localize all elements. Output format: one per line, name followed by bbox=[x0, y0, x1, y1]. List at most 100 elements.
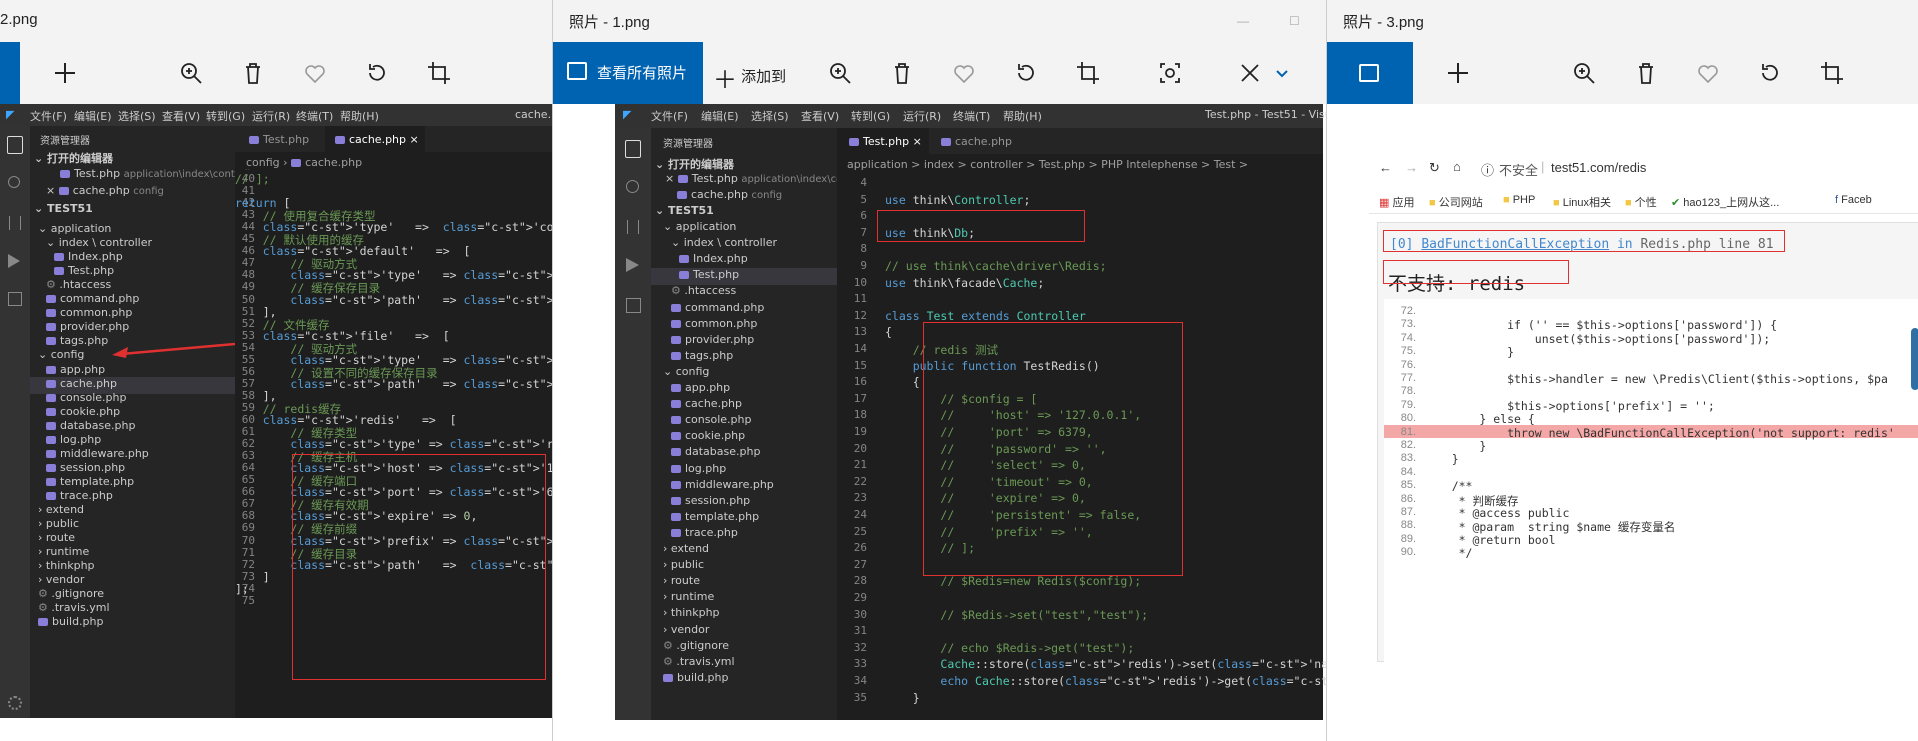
tree-item[interactable]: Index.php bbox=[679, 252, 748, 269]
tree-item[interactable]: › public bbox=[663, 558, 704, 575]
bookmark-item[interactable]: ■ Linux相关 bbox=[1553, 194, 1611, 210]
rotate-icon[interactable] bbox=[1009, 56, 1043, 90]
scrollbar-thumb[interactable] bbox=[1911, 328, 1918, 390]
tree-item[interactable]: app.php bbox=[671, 381, 730, 398]
delete-icon[interactable] bbox=[1629, 56, 1663, 90]
tree-item[interactable]: console.php bbox=[671, 413, 751, 430]
menu-item[interactable]: 运行(R) bbox=[903, 108, 941, 124]
tree-item[interactable]: provider.php bbox=[671, 333, 754, 350]
open-editors-section[interactable]: ⌄ 打开的编辑器 bbox=[655, 156, 734, 173]
bookmark-item[interactable]: ■ 公司网站 bbox=[1429, 194, 1483, 210]
tree-item[interactable]: log.php bbox=[671, 462, 726, 479]
delete-icon[interactable] bbox=[236, 56, 270, 90]
tree-item[interactable]: build.php bbox=[663, 671, 728, 688]
rotate-icon[interactable] bbox=[1753, 56, 1787, 90]
settings-icon[interactable] bbox=[8, 696, 22, 710]
menu-item[interactable]: 文件(F) bbox=[30, 108, 67, 124]
explorer-icon[interactable] bbox=[7, 136, 23, 154]
bookmark-item[interactable]: ✔ hao123_上网从这... bbox=[1671, 194, 1779, 210]
favorite-icon[interactable] bbox=[947, 56, 981, 90]
menu-item[interactable]: 帮助(H) bbox=[340, 108, 379, 124]
open-file-cache[interactable]: cache.php config bbox=[677, 188, 782, 205]
bookmark-item[interactable]: ■ PHP bbox=[1503, 194, 1535, 206]
tree-item[interactable]: › thinkphp bbox=[663, 606, 720, 623]
tree-item[interactable]: template.php bbox=[671, 510, 759, 527]
zoom-icon[interactable] bbox=[1567, 56, 1601, 90]
url-input[interactable]: test51.com/redis bbox=[1551, 160, 1646, 175]
menu-item[interactable]: 终端(T) bbox=[953, 108, 990, 124]
menu-item[interactable]: 运行(R) bbox=[252, 108, 290, 124]
tree-item[interactable]: ⌄ index \ controller bbox=[671, 236, 777, 253]
breadcrumb-item[interactable]: config bbox=[246, 156, 280, 169]
reload-icon[interactable]: ↻ bbox=[1429, 160, 1440, 176]
project-section[interactable]: ⌄ TEST51 bbox=[655, 204, 714, 221]
forward-icon[interactable]: → bbox=[1405, 160, 1418, 175]
project-section[interactable]: ⌄ TEST51 bbox=[34, 202, 93, 219]
tree-item[interactable]: ⚙ .gitignore bbox=[663, 639, 729, 656]
tree-item[interactable]: middleware.php bbox=[671, 478, 774, 495]
source-control-icon[interactable] bbox=[627, 220, 639, 234]
open-file-cache[interactable]: × cache.php config bbox=[46, 184, 164, 201]
tree-item[interactable]: › vendor bbox=[663, 623, 709, 640]
menu-item[interactable]: 转到(G) bbox=[206, 108, 245, 124]
search-icon[interactable] bbox=[8, 176, 20, 188]
tree-item[interactable]: › extend bbox=[663, 542, 709, 559]
menu-item[interactable]: 转到(G) bbox=[851, 108, 890, 124]
tree-item[interactable]: common.php bbox=[671, 317, 757, 334]
zoom-icon[interactable] bbox=[174, 56, 208, 90]
close-icon[interactable]: × bbox=[46, 184, 59, 197]
bookmark-item[interactable]: ■ 个性 bbox=[1625, 194, 1657, 210]
explorer-icon[interactable] bbox=[625, 140, 641, 158]
tree-item[interactable]: database.php bbox=[671, 445, 760, 462]
tab-test[interactable]: Test.php × bbox=[837, 128, 929, 154]
add-icon[interactable] bbox=[48, 56, 82, 90]
rotate-icon[interactable] bbox=[360, 56, 394, 90]
crop-icon[interactable] bbox=[1071, 56, 1105, 90]
debug-icon[interactable] bbox=[626, 258, 639, 272]
tree-item[interactable]: cache.php bbox=[671, 397, 742, 414]
menu-item[interactable]: 查看(V) bbox=[801, 108, 839, 124]
tree-item[interactable]: ⌄ application bbox=[663, 220, 736, 237]
menu-item[interactable]: 终端(T) bbox=[296, 108, 333, 124]
menu-item[interactable]: 选择(S) bbox=[118, 108, 156, 124]
tab-cache[interactable]: cache.php × bbox=[325, 126, 425, 152]
add-icon[interactable] bbox=[1441, 56, 1475, 90]
menu-item[interactable]: 文件(F) bbox=[651, 108, 688, 124]
tree-item[interactable]: cookie.php bbox=[671, 429, 745, 446]
tree-item[interactable]: ⌄ config bbox=[663, 365, 709, 382]
menu-item[interactable]: 选择(S) bbox=[751, 108, 789, 124]
crop-icon[interactable] bbox=[422, 56, 456, 90]
favorite-icon[interactable] bbox=[1691, 56, 1725, 90]
minimize-icon[interactable]: — bbox=[1237, 14, 1251, 28]
close-icon[interactable]: × bbox=[410, 133, 419, 146]
tree-item[interactable]: › runtime bbox=[663, 590, 714, 607]
menu-item[interactable]: 查看(V) bbox=[162, 108, 200, 124]
bookmark-apps[interactable]: ▦ 应用 bbox=[1379, 194, 1414, 210]
tree-item[interactable]: › route bbox=[663, 574, 700, 591]
tree-item[interactable]: trace.php bbox=[671, 526, 738, 543]
home-icon[interactable]: ⌂ bbox=[1453, 159, 1461, 174]
zoom-icon[interactable] bbox=[823, 56, 857, 90]
chevron-down-icon[interactable] bbox=[1265, 56, 1288, 90]
view-all-photos-button[interactable]: 查看所有照片 bbox=[553, 42, 703, 104]
menu-item[interactable]: 编辑(E) bbox=[74, 108, 112, 124]
tree-item[interactable]: ⚙ .travis.yml bbox=[663, 655, 735, 672]
edit-icon[interactable] bbox=[1233, 56, 1267, 90]
add-to-button[interactable]: ＋ 添加到 bbox=[713, 60, 786, 94]
tree-item[interactable]: ⚙ .htaccess bbox=[671, 284, 736, 301]
favorite-icon[interactable] bbox=[298, 56, 332, 90]
open-editors-section[interactable]: ⌄ 打开的编辑器 bbox=[34, 150, 113, 167]
tree-item[interactable]: session.php bbox=[671, 494, 750, 511]
source-control-icon[interactable] bbox=[9, 216, 21, 230]
bookmark-item[interactable]: f Faceb bbox=[1835, 194, 1872, 206]
menu-item[interactable]: 帮助(H) bbox=[1003, 108, 1042, 124]
tree-item[interactable]: Test.php bbox=[651, 268, 837, 286]
menu-item[interactable]: 编辑(E) bbox=[701, 108, 739, 124]
tab-test[interactable]: Test.php bbox=[235, 126, 325, 152]
debug-icon[interactable] bbox=[8, 254, 20, 268]
extensions-icon[interactable] bbox=[8, 292, 22, 306]
close-icon[interactable]: × bbox=[665, 172, 678, 185]
back-icon[interactable]: ← bbox=[1379, 160, 1392, 175]
search-icon[interactable] bbox=[626, 180, 639, 193]
breadcrumb[interactable]: application > index > controller > Test.… bbox=[847, 158, 1248, 171]
